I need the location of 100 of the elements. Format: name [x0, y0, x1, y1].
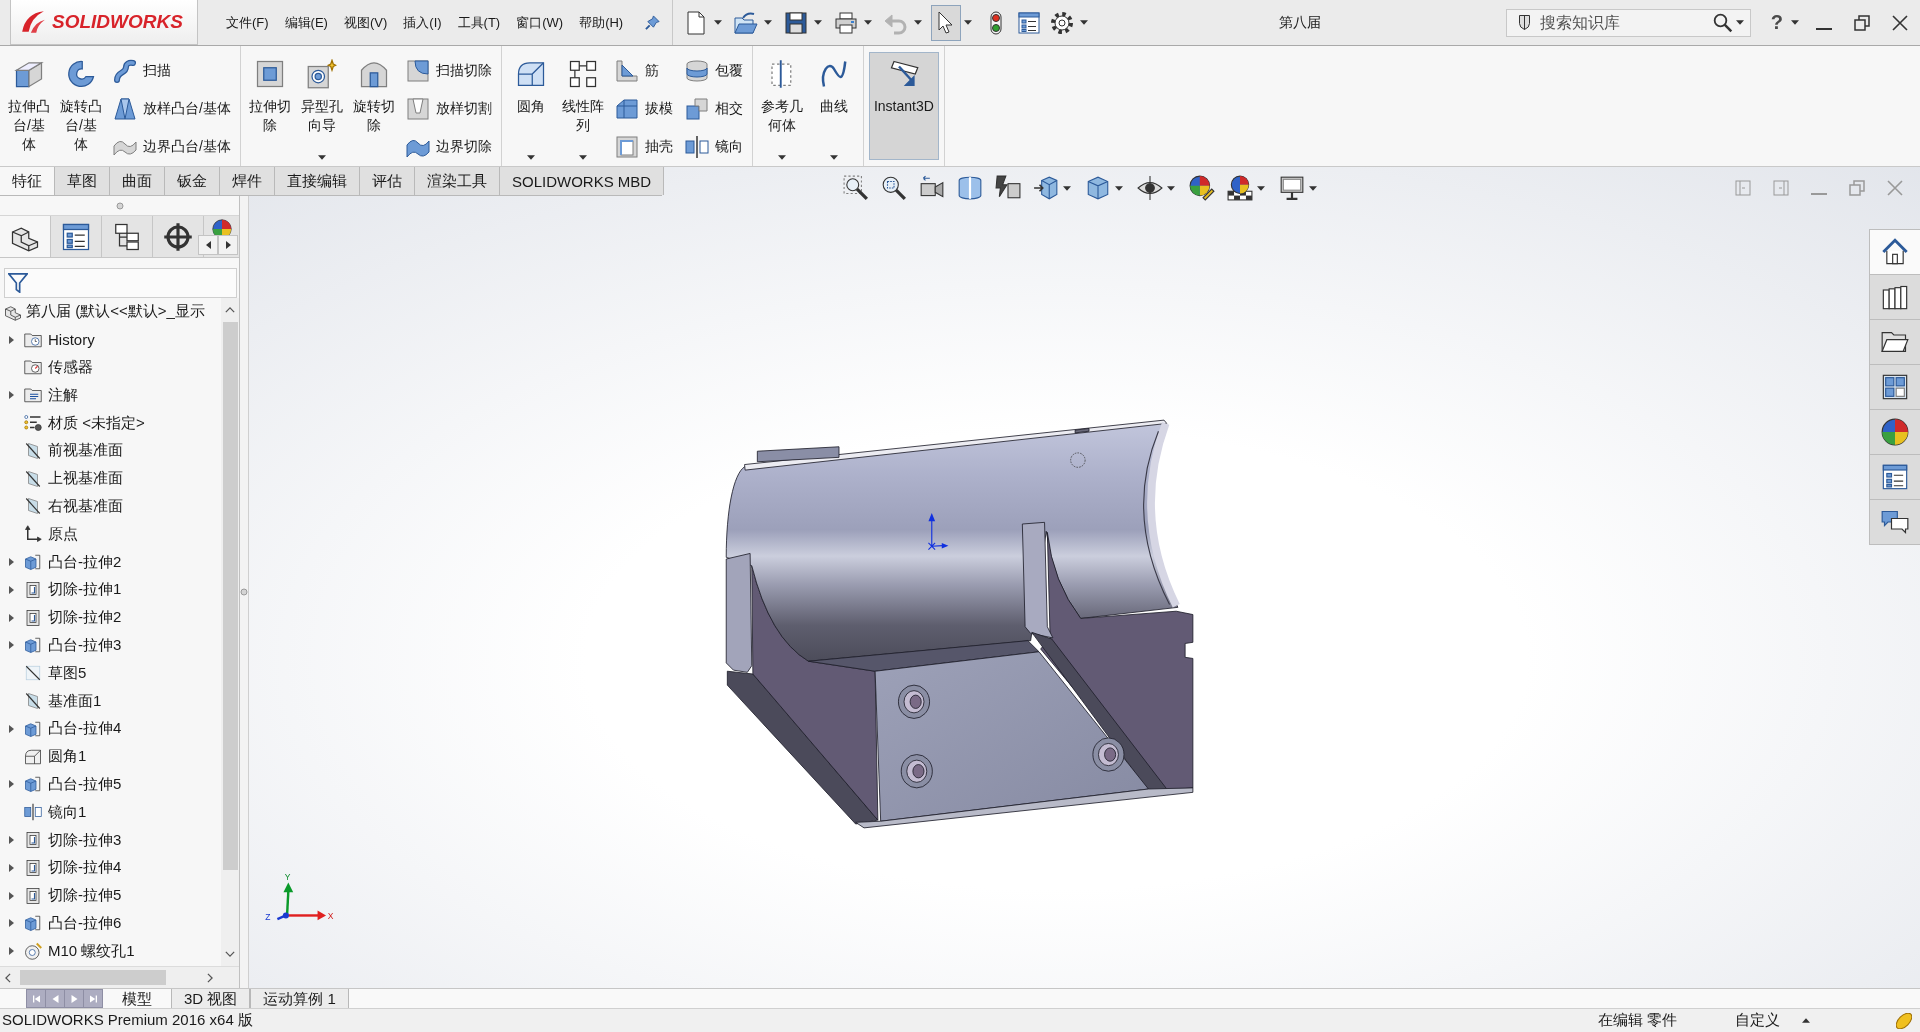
minimize-icon[interactable] — [1816, 27, 1832, 30]
ribbon-button[interactable]: 镜向 — [680, 128, 747, 166]
tree-item[interactable]: 凸台-拉伸4 — [22, 719, 124, 739]
expand-arrow-icon[interactable] — [8, 724, 14, 733]
tree-item[interactable]: 注解 — [22, 385, 80, 405]
help-button[interactable]: ? — [1770, 11, 1783, 34]
command-tab[interactable]: 特征 — [0, 167, 55, 195]
toolbar-button[interactable] — [931, 4, 962, 41]
ribbon-button[interactable]: 曲线 — [809, 52, 858, 117]
panel-tab[interactable] — [51, 216, 102, 257]
tree-item[interactable]: 原点 — [22, 524, 80, 544]
tree-item[interactable]: 切除-拉伸1 — [22, 580, 124, 600]
caret-icon[interactable] — [1167, 185, 1175, 191]
expand-arrow-icon[interactable] — [8, 836, 14, 845]
tree-item[interactable]: 切除-拉伸3 — [22, 830, 124, 850]
sheet-tab[interactable]: 运动算例 1 — [250, 989, 349, 1008]
close-icon[interactable] — [1892, 14, 1908, 31]
tree-item[interactable]: 第八届 (默认<<默认>_显示 — [2, 302, 207, 322]
caret-icon[interactable] — [1735, 20, 1744, 25]
scrollbar-thumb[interactable] — [20, 970, 166, 985]
ribbon-button[interactable]: 旋转切除 — [349, 52, 398, 136]
scroll-right-button[interactable] — [218, 235, 238, 255]
ribbon-button[interactable]: Instant3D — [868, 52, 939, 160]
caret-icon[interactable] — [526, 155, 535, 160]
tree-item[interactable]: 草图5 — [22, 663, 89, 683]
sphere-on-checker-icon[interactable] — [1227, 175, 1253, 201]
menu-item[interactable]: 工具(T) — [449, 12, 509, 33]
monitor-icon[interactable] — [1279, 175, 1305, 201]
ribbon-button[interactable]: 扫描 — [109, 52, 235, 90]
ribbon-button[interactable]: 包覆 — [680, 52, 747, 90]
ribbon-button[interactable]: 线性阵列 — [558, 52, 607, 136]
command-tab[interactable]: 草图 — [55, 167, 110, 195]
command-tab[interactable]: 评估 — [360, 167, 415, 195]
caret-icon[interactable] — [814, 20, 823, 25]
ribbon-button[interactable]: 参考几何体 — [757, 52, 806, 136]
tree-item[interactable]: 材质 <未指定> — [22, 413, 147, 433]
menu-item[interactable]: 帮助(H) — [571, 12, 632, 33]
tree-item[interactable]: 右视基准面 — [22, 496, 125, 516]
ribbon-button[interactable]: 拔模 — [610, 90, 677, 128]
section-cylinder-icon[interactable] — [957, 175, 983, 201]
cube-arrow-icon[interactable] — [1033, 175, 1059, 201]
tree-item[interactable]: History — [22, 330, 97, 349]
expand-arrow-icon[interactable] — [8, 780, 14, 789]
tree-item[interactable]: 上视基准面 — [22, 469, 125, 489]
task-pane-tab[interactable] — [1870, 230, 1920, 275]
caret-icon[interactable] — [1309, 185, 1317, 191]
caret-icon[interactable] — [1791, 20, 1799, 25]
ribbon-button[interactable]: 圆角 — [506, 52, 555, 117]
command-tab[interactable]: 曲面 — [110, 167, 165, 195]
units-selector[interactable]: 自定义 — [1735, 1011, 1780, 1030]
shaded-cube-icon[interactable] — [1085, 175, 1111, 201]
tree-item[interactable]: 凸台-拉伸3 — [22, 635, 124, 655]
expand-arrow-icon[interactable] — [8, 919, 14, 928]
caret-icon[interactable] — [714, 20, 723, 25]
tree-item[interactable]: 凸台-拉伸5 — [22, 774, 124, 794]
command-tab[interactable]: 直接编辑 — [275, 167, 360, 195]
tree-item[interactable]: M10 螺纹孔1 — [22, 941, 137, 961]
tree-item[interactable]: 镜向1 — [22, 802, 89, 822]
search-field[interactable]: 搜索知识库 — [1505, 8, 1751, 37]
expand-arrow-icon[interactable] — [8, 863, 14, 872]
tree-item[interactable]: 传感器 — [22, 358, 95, 377]
ribbon-button[interactable]: 拉伸切除 — [245, 52, 294, 136]
ribbon-button[interactable]: 抽壳 — [610, 128, 677, 166]
command-tab[interactable]: 钣金 — [165, 167, 220, 195]
search-input[interactable]: 搜索知识库 — [1539, 13, 1709, 32]
caret-icon[interactable] — [864, 20, 873, 25]
expand-arrow-icon[interactable] — [8, 641, 14, 650]
pin-icon[interactable] — [645, 15, 661, 30]
caret-icon[interactable] — [777, 155, 786, 160]
ribbon-button[interactable]: 边界凸台/基体 — [109, 128, 235, 166]
caret-icon[interactable] — [1257, 185, 1265, 191]
caret-icon[interactable] — [829, 155, 838, 160]
tree-item[interactable]: 前视基准面 — [22, 441, 125, 461]
ribbon-button[interactable]: 旋转凸台/基体 — [57, 52, 105, 155]
ribbon-button[interactable]: 拉伸凸台/基体 — [5, 52, 53, 155]
lightning-block-icon[interactable] — [995, 175, 1021, 201]
caret-icon[interactable] — [1080, 20, 1089, 25]
caret-icon[interactable] — [964, 20, 973, 25]
tree-item[interactable]: 切除-拉伸4 — [22, 858, 124, 878]
color-sphere-pencil-icon[interactable] — [1189, 175, 1215, 201]
expand-arrow-icon[interactable] — [8, 335, 14, 344]
tree-item[interactable]: 凸台-拉伸2 — [22, 552, 124, 572]
menu-item[interactable]: 文件(F) — [218, 12, 277, 33]
expand-arrow-icon[interactable] — [8, 947, 14, 956]
panel-tab[interactable] — [102, 216, 153, 257]
command-tab[interactable]: 焊件 — [220, 167, 275, 195]
zoom-to-fit-icon[interactable] — [843, 175, 869, 201]
scroll-left-button[interactable] — [198, 235, 218, 255]
caret-icon[interactable] — [317, 155, 326, 160]
caret-icon[interactable] — [578, 155, 587, 160]
ribbon-button[interactable]: 相交 — [680, 90, 747, 128]
scrollbar-thumb[interactable] — [222, 322, 238, 870]
caret-icon[interactable] — [1802, 1018, 1810, 1023]
expand-arrow-icon[interactable] — [8, 558, 14, 567]
menu-item[interactable]: 插入(I) — [395, 12, 450, 33]
ribbon-button[interactable]: 扫描切除 — [401, 52, 496, 90]
caret-icon[interactable] — [764, 20, 773, 25]
menu-item[interactable]: 窗口(W) — [508, 12, 572, 33]
tree-item[interactable]: 凸台-拉伸6 — [22, 913, 124, 933]
eye-icon[interactable] — [1137, 175, 1163, 201]
